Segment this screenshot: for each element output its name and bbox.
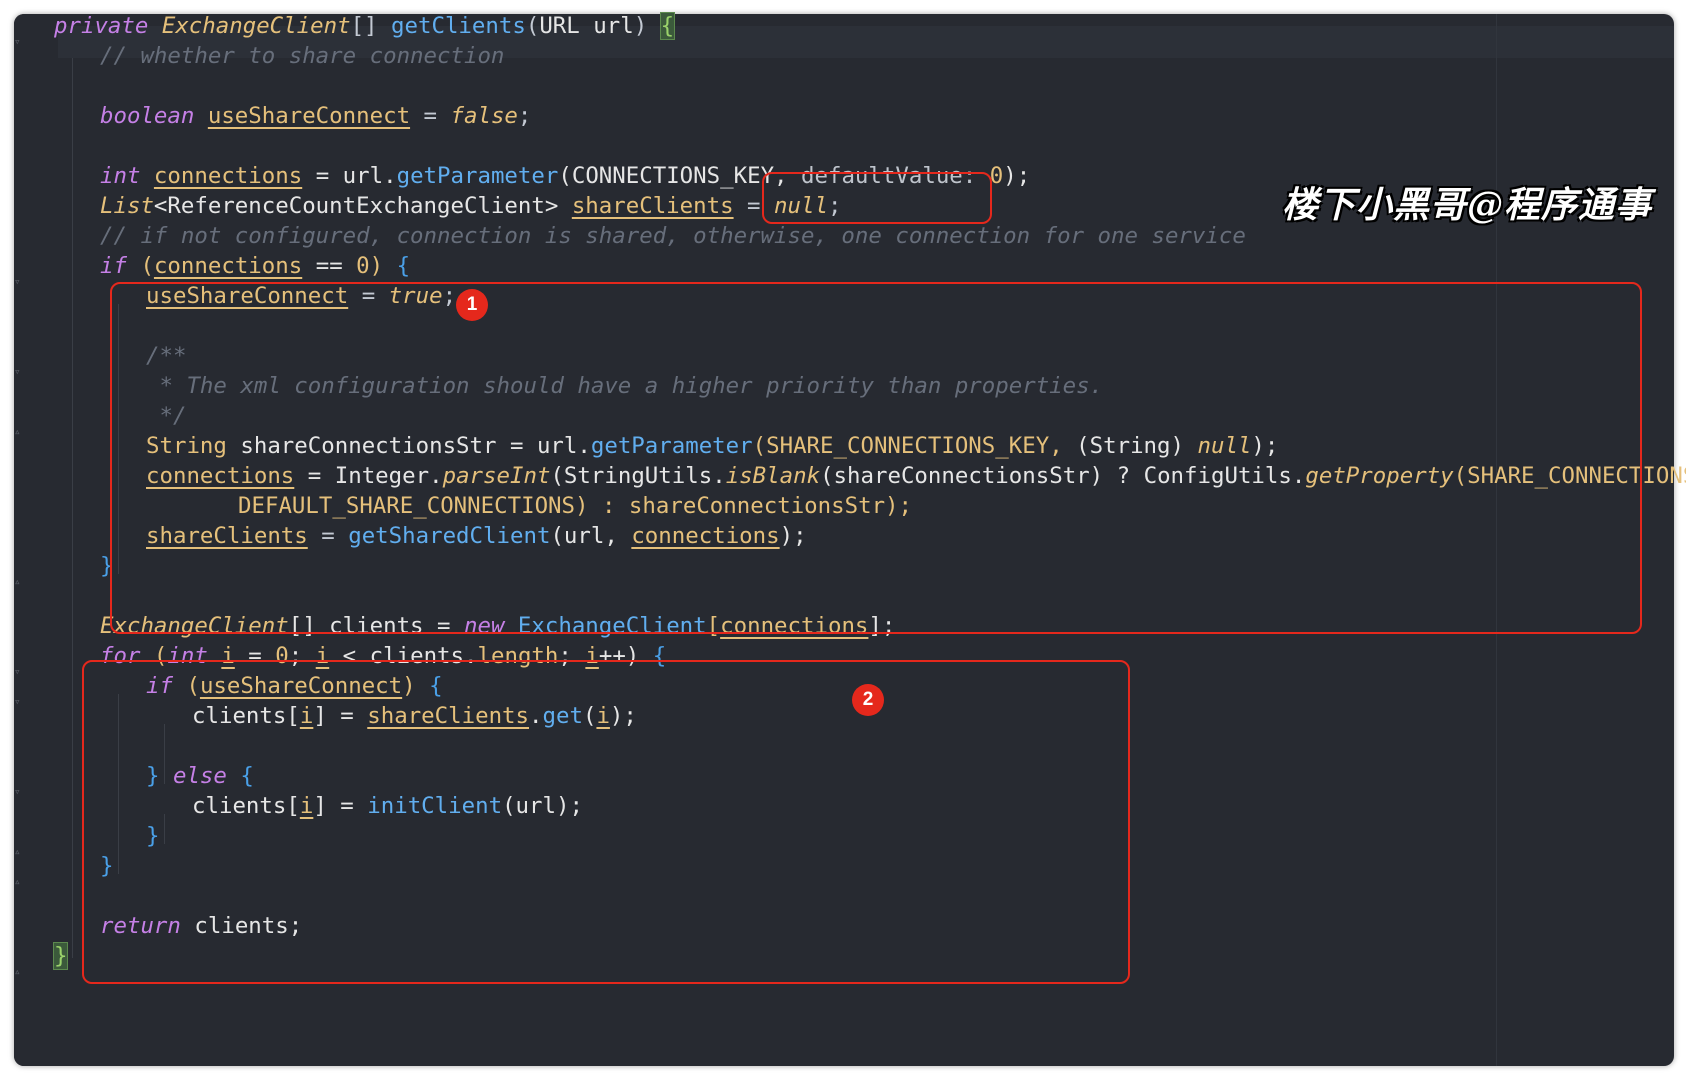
type-name: URL (539, 13, 580, 39)
type-name: List (100, 193, 154, 219)
annotation-default-value-box (762, 172, 992, 224)
code-line-7[interactable]: List<ReferenceCountExchangeClient> share… (100, 190, 841, 222)
operator: = (410, 103, 451, 129)
code-line-1[interactable]: private ExchangeClient[] getClients(URL … (54, 10, 676, 42)
punctuation: ; (517, 103, 532, 129)
number: 0 (356, 253, 370, 279)
fold-icon[interactable]: ▿ (14, 696, 26, 708)
code-line-8[interactable]: // if not configured, connection is shar… (100, 220, 1246, 252)
keyword: if (100, 253, 141, 279)
fold-icon[interactable]: ▵ (14, 846, 26, 858)
punctuation: ( (525, 13, 540, 39)
fold-icon[interactable]: ▿ (14, 366, 26, 378)
brace: { (396, 253, 411, 279)
operator: == (302, 253, 357, 279)
editor-gutter: ▿ ▿ ▿ ▵ ▵ ▿ ▿ ▿ ▵ ▵ ▵ (14, 14, 58, 1066)
punctuation: ) (633, 13, 648, 39)
code-line-2[interactable]: // whether to share connection (100, 40, 504, 72)
punctuation: [] (350, 13, 392, 39)
watermark: 楼下小黑哥@程序通事 (1282, 184, 1653, 226)
matched-brace: { (659, 12, 676, 40)
punctuation: ); (1003, 163, 1031, 189)
fold-icon[interactable]: ▿ (14, 786, 26, 798)
code-line-32[interactable]: } (52, 940, 69, 972)
matched-brace: } (52, 942, 69, 970)
fold-icon[interactable]: ▵ (14, 576, 26, 588)
keyword: boolean (100, 103, 208, 129)
annotation-badge-1: 1 (456, 289, 488, 321)
parameter: url (579, 13, 634, 39)
punctuation: ) (369, 253, 397, 279)
comment: // if not configured, connection is shar… (100, 223, 1246, 249)
method-name: getParameter (396, 163, 559, 189)
fold-icon[interactable]: ▿ (14, 666, 26, 678)
punctuation: ( (140, 253, 154, 279)
keyword: private (54, 13, 162, 39)
fold-icon[interactable]: ▵ (14, 876, 26, 888)
code-line-9[interactable]: if (connections == 0) { (100, 250, 410, 282)
annotation-box-1 (110, 282, 1642, 634)
code-line-4[interactable]: boolean useShareConnect = false; (100, 100, 531, 132)
fold-icon[interactable]: ▵ (14, 426, 26, 438)
variable: connections (153, 163, 303, 189)
fold-icon[interactable]: ▿ (14, 276, 26, 288)
comment: // whether to share connection (100, 43, 505, 69)
annotation-box-2 (82, 660, 1130, 984)
expression: = url. (302, 163, 397, 189)
fold-icon[interactable]: ▵ (14, 966, 26, 978)
annotation-badge-2: 2 (852, 684, 884, 716)
variable: shareClients (571, 193, 734, 219)
indent-guide (72, 58, 73, 958)
method-name: getClients (391, 13, 526, 39)
fold-icon[interactable]: ▿ (14, 36, 26, 48)
literal: false (450, 103, 518, 129)
keyword: int (100, 163, 154, 189)
type-name: ExchangeClient (161, 13, 351, 39)
variable: connections (153, 253, 303, 279)
generic-type: <ReferenceCountExchangeClient> (153, 193, 572, 219)
variable: useShareConnect (207, 103, 411, 129)
